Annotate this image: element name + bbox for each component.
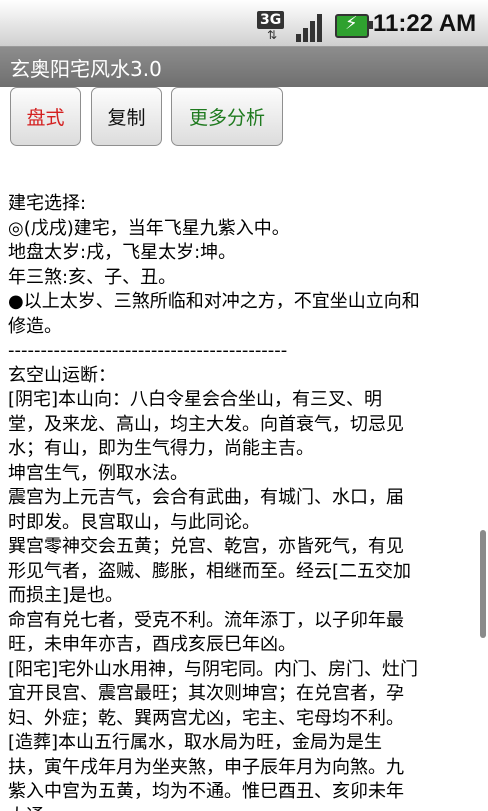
text-line: ----------------------------------------… (8, 340, 288, 361)
network-type-label: 3G (257, 11, 285, 29)
vertical-scrollbar[interactable] (480, 530, 486, 638)
text-line: 坤宫生气，例取水法。 (8, 462, 188, 484)
more-analysis-button[interactable]: 更多分析 (171, 87, 283, 146)
text-line: 建宅选择: (8, 193, 87, 214)
text-line: 紫入中宫为五黄，均为不通。惟巳酉丑、亥卯未年 (8, 781, 404, 802)
text-line: 巽宫零神交会五黄；兑宫、乾宫，亦皆死气，有见 (8, 536, 404, 557)
charging-bolt-icon: ⚡ (345, 13, 358, 34)
text-line: [阳宅]宅外山水用神，与阴宅同。内门、房门、灶门 (8, 658, 419, 680)
text-line: 堂，及来龙、高山，均主大发。向首衰气，切忌见 (8, 413, 404, 435)
analysis-text-area[interactable]: 建宅选择: ◎(戊戌)建宅，当年飞星九紫入中。 地盘太岁:戌，飞星太岁:坤。 年三… (8, 192, 478, 811)
text-line: 扶，寅午戌年月为坐夹煞，申子辰年月为向煞。九 (8, 756, 404, 778)
text-line: 水；有山，即为生气得力，尚能主吉。 (8, 438, 314, 459)
network-3g-icon: 3G ⇅ (257, 11, 291, 43)
text-line: ●以上太岁、三煞所临和对冲之方，不宜坐山立向和 (8, 291, 420, 312)
signal-strength-icon (296, 12, 326, 42)
toolbar: 盘式 复制 更多分析 (0, 87, 488, 150)
text-line: 震宫为上元吉气，会合有武曲，有城门、水口，届 (8, 487, 404, 508)
text-line: 玄空山运断： (8, 364, 116, 386)
text-line: 妇、外症；乾、巽两宫尤凶，宅主、宅母均不利。 (8, 707, 404, 729)
text-line: 而损主]是也。 (8, 585, 124, 606)
app-title-bar: 玄奥阳宅风水3.0 (0, 47, 488, 87)
status-bar: 3G ⇅ ⚡ 11:22 AM (0, 0, 488, 47)
copy-button[interactable]: 复制 (91, 87, 162, 146)
text-line: ◎(戊戌)建宅，当年飞星九紫入中。 (8, 217, 290, 239)
text-line: 修造。 (8, 315, 62, 337)
battery-charging-icon: ⚡ (335, 13, 373, 38)
text-line: 大通 (8, 805, 478, 811)
text-line: 年三煞:亥、子、丑。 (8, 266, 177, 288)
data-arrows-icon: ⇅ (267, 28, 278, 42)
chart-layout-button[interactable]: 盘式 (10, 87, 81, 146)
text-line: [阴宅]本山向：八白令星会合坐山，有三叉、明 (8, 389, 383, 410)
text-line: [造葬]本山五行属水，取水局为旺，金局为是生 (8, 732, 383, 753)
text-line: 时即发。艮宫取山，与此同论。 (8, 511, 260, 533)
status-clock: 11:22 AM (373, 10, 477, 37)
text-line: 命宫有兑七者，受克不利。流年添丁，以子卯年最 (8, 609, 404, 631)
text-line: 旺，未申年亦吉，酉戌亥辰巳年凶。 (8, 634, 296, 655)
text-line: 宜开艮宫、震宫最旺；其次则坤宫；在兑宫者，孕 (8, 683, 404, 704)
text-line: 形见气者，盗贼、膨胀，相继而至。经云[二五交加 (8, 560, 412, 582)
text-line: 地盘太岁:戌，飞星太岁:坤。 (8, 242, 237, 263)
app-title: 玄奥阳宅风水3.0 (10, 57, 162, 81)
